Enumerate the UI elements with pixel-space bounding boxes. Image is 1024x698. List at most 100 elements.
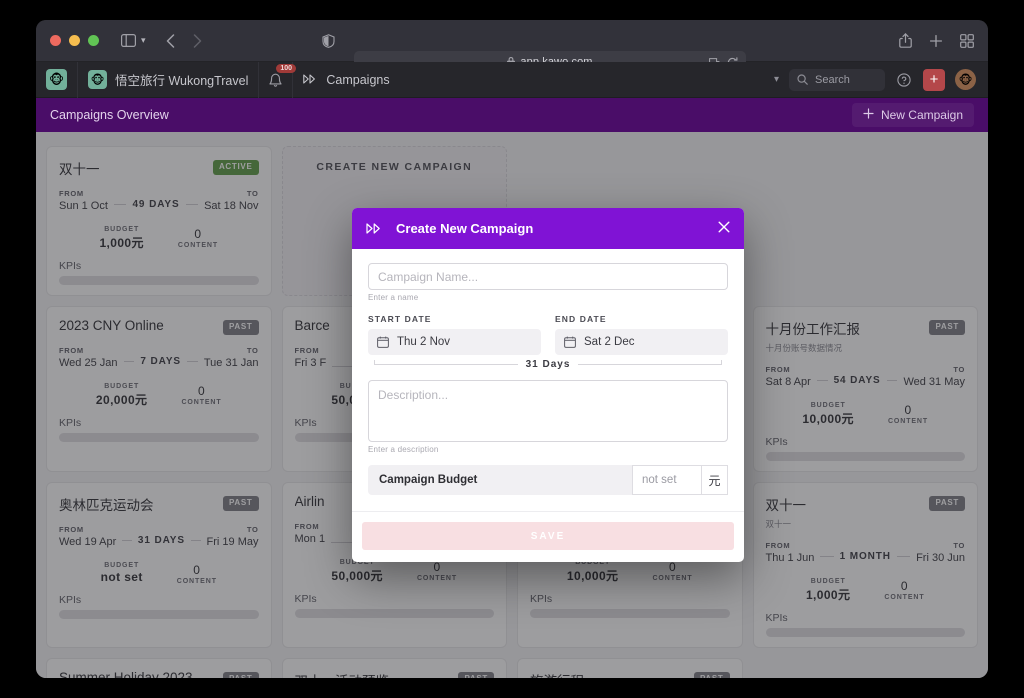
breadcrumb[interactable]: Campaigns ▾ — [293, 62, 789, 98]
from-date: Fri 3 F — [294, 356, 327, 369]
browser-toolbar: ▾ app.kawo.com — [36, 20, 988, 73]
campaign-card[interactable]: Summer Holiday 2023PASTFROMFROMTOTOBUDGE… — [46, 658, 272, 678]
campaign-card[interactable]: 双十一 ACTIVE FROM Sun 1 Oct 49 DAYS TO Sat 18 No… — [46, 146, 272, 296]
duration-rule-left — [820, 556, 834, 557]
start-date-value: Thu 2 Nov — [397, 336, 451, 348]
start-date-input[interactable]: Thu 2 Nov — [368, 329, 541, 355]
campaign-card-header: 双十一 PAST — [765, 494, 965, 514]
campaign-name-input[interactable]: Campaign Name... — [368, 263, 728, 290]
modal-footer: SAVE — [352, 511, 744, 562]
app-logo-cell[interactable]: 🐵 — [36, 61, 78, 98]
close-icon[interactable] — [718, 221, 730, 236]
notifications-button[interactable]: 100 — [259, 61, 297, 98]
kpis-label: KPIs — [530, 592, 553, 605]
budget-value: 1,000元 — [99, 236, 144, 250]
campaign-title: Summer Holiday 2023 — [59, 670, 193, 678]
chevron-down-icon[interactable]: ▾ — [774, 74, 779, 85]
modal-title: Create New Campaign — [396, 221, 534, 236]
budget-label: BUDGET — [104, 562, 140, 569]
campaign-card[interactable]: 双十一活动预览PAST大促期间双十一活动效益收入FROMTOBUDGETCONT… — [281, 658, 507, 678]
status-badge: ACTIVE — [212, 160, 259, 175]
page-title: Campaigns Overview — [50, 108, 169, 122]
duration-rule-left — [113, 204, 127, 205]
tab-overview-icon[interactable] — [960, 33, 974, 48]
sidebar-toggle-icon[interactable] — [121, 34, 136, 47]
calendar-icon — [564, 336, 576, 348]
campaign-budget-label: Campaign Budget — [379, 474, 478, 486]
kpis-label: KPIs — [294, 592, 317, 605]
user-avatar[interactable]: 🐵 — [955, 69, 976, 90]
kpis-progress-bar — [765, 452, 965, 461]
campaign-duration: 7 DAYS — [118, 356, 204, 369]
campaign-duration: 31 DAYS — [116, 535, 206, 548]
end-date-input[interactable]: Sat 2 Dec — [555, 329, 728, 355]
new-tab-icon[interactable] — [929, 34, 943, 48]
to-date: Fri 30 Jun — [916, 552, 965, 564]
campaign-budget-input[interactable]: not set — [632, 465, 702, 495]
campaign-card[interactable]: 奥林匹克运动会 PAST FROM Wed 19 Apr 31 DAYS TO Fri 19… — [46, 482, 272, 648]
duration-indicator: 31 Days — [374, 359, 722, 370]
content-count: 0 — [197, 383, 206, 398]
back-button[interactable] — [166, 33, 175, 48]
from-label: FROM — [59, 525, 84, 534]
campaign-dates: FROM Sat 8 Apr 54 DAYS TO Wed 31 May — [766, 365, 966, 388]
kpis-label: KPIs — [59, 416, 82, 429]
from-date: Thu 1 Jun — [765, 552, 815, 564]
duration-rule-right — [578, 360, 722, 365]
description-help: Enter a description — [368, 445, 439, 454]
campaign-title: 双十一 — [765, 498, 807, 513]
campaign-card[interactable]: 2023 CNY Online PAST FROM Wed 25 Jan 7 DAYS T… — [46, 306, 272, 472]
description-input[interactable]: Description... — [368, 380, 728, 442]
status-badge: PAST — [929, 496, 965, 511]
search-input[interactable]: Search — [789, 68, 885, 91]
campaign-card[interactable]: 双十一 PAST 双十一 FROM Thu 1 Jun 1 MONTH TO Fri 30 J… — [752, 482, 978, 648]
to-label: TO — [246, 189, 259, 198]
content-count: 0 — [193, 563, 201, 577]
share-icon[interactable] — [899, 33, 912, 48]
campaign-card-header: 奥林匹克运动会 PAST — [59, 494, 259, 514]
window-controls — [50, 35, 99, 46]
date-range-row: START DATE Thu 2 Nov END DATE Sat 2 Dec — [368, 314, 728, 355]
forward-button[interactable] — [193, 33, 202, 48]
content-label: CONTENT — [176, 578, 217, 585]
budget-value: 10,000元 — [802, 412, 854, 426]
kawo-dd-icon — [303, 71, 317, 89]
close-window-button[interactable] — [50, 35, 61, 46]
duration-rule-right — [886, 380, 898, 381]
status-badge: PAST — [929, 320, 965, 335]
campaign-card-header: 旅游行程PAST — [530, 670, 730, 678]
kpis-progress-bar — [530, 608, 730, 618]
chevron-down-icon[interactable]: ▾ — [141, 35, 146, 46]
from-label: FROM — [765, 541, 791, 550]
campaign-dates: FROM Wed 19 Apr 31 DAYS TO Fri 19 May — [59, 525, 259, 548]
campaign-card-header: 十月份工作汇报 PAST — [766, 318, 965, 338]
org-switcher[interactable]: 🐵 悟空旅行 WukongTravel — [78, 61, 260, 98]
notification-badge: 100 — [276, 63, 297, 73]
campaign-card-header: 双十一活动预览PAST — [295, 670, 494, 678]
duration-rule-right — [187, 360, 198, 362]
new-campaign-button[interactable]: New Campaign — [851, 103, 974, 127]
from-label: FROM — [294, 345, 320, 355]
privacy-shield-icon[interactable] — [321, 33, 335, 48]
duration-rule-right — [185, 204, 199, 205]
campaign-card[interactable]: 十月份工作汇报 PAST 十月份账号数据情况 FROM Sat 8 Apr 54 DAYS… — [752, 306, 978, 472]
minimize-window-button[interactable] — [69, 35, 80, 46]
duration-rule-left — [123, 360, 135, 362]
help-circle-icon[interactable] — [897, 72, 911, 87]
from-date: Wed 19 Apr — [59, 536, 117, 548]
content-label: CONTENT — [887, 418, 929, 425]
to-date: Wed 31 May — [903, 376, 965, 388]
grid-spacer — [753, 146, 979, 296]
campaign-stats: BUDGET50,000元0CONTENT — [295, 559, 495, 584]
campaign-stats: BUDGET 1,000元 0 CONTENT — [59, 226, 259, 251]
campaign-card[interactable]: 旅游行程PASTFROMFROMTOTOBUDGETCONTENTKPIs — [517, 658, 743, 678]
maximize-window-button[interactable] — [88, 35, 99, 46]
save-button[interactable]: SAVE — [362, 522, 734, 550]
calendar-icon — [377, 336, 389, 348]
add-button[interactable]: + — [923, 68, 945, 91]
end-date-value: Sat 2 Dec — [584, 336, 635, 348]
campaign-name-help: Enter a name — [368, 293, 419, 302]
kpis-label: KPIs — [59, 260, 82, 272]
campaign-budget-row: Campaign Budget not set 元 — [368, 465, 728, 495]
from-date: Mon 1 — [294, 532, 326, 545]
